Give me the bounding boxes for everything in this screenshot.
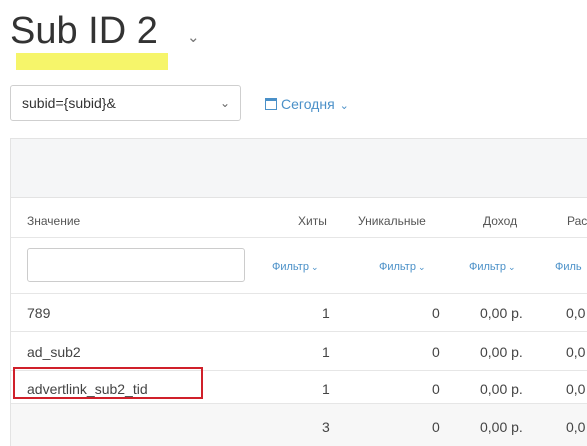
row-hits: 1 — [322, 344, 330, 360]
chevron-down-icon: ⌄ — [339, 100, 349, 112]
subid-select-value: subid={subid}& — [22, 95, 116, 111]
subid-select[interactable]: subid={subid}& ⌄ — [10, 85, 241, 121]
column-header-hits[interactable]: Хиты — [298, 214, 327, 228]
divider — [11, 293, 587, 294]
row-hits: 1 — [322, 381, 330, 397]
column-header-unique[interactable]: Уникальные — [358, 214, 426, 228]
panel-header — [11, 139, 587, 198]
row-income: 0,00 р. — [480, 344, 523, 360]
calendar-icon — [265, 98, 277, 110]
total-hits: 3 — [322, 419, 330, 435]
chevron-down-icon[interactable]: ⌄ — [187, 28, 200, 46]
annotation-box — [13, 367, 203, 399]
row-hits: 1 — [322, 305, 330, 321]
column-header-extra[interactable]: Рас — [567, 214, 587, 228]
chevron-down-icon: ⌄ — [219, 96, 230, 110]
row-income: 0,00 р. — [480, 305, 523, 321]
chevron-down-icon: ⌄ — [310, 262, 319, 272]
chevron-down-icon: ⌄ — [417, 262, 426, 272]
row-unique: 0 — [432, 381, 440, 397]
divider — [11, 403, 587, 404]
column-header-income[interactable]: Доход — [483, 214, 517, 228]
total-unique: 0 — [432, 419, 440, 435]
filter-unique[interactable]: Фильтр ⌄ — [379, 261, 426, 273]
filter-label: Фильтр — [379, 261, 416, 273]
page-title: Sub ID 2 — [10, 10, 158, 52]
filter-label: Фильтр — [469, 261, 506, 273]
filter-extra[interactable]: Филь — [555, 261, 582, 273]
filter-label: Фильтр — [272, 261, 309, 273]
filter-income[interactable]: Фильтр ⌄ — [469, 261, 516, 273]
row-extra: 0,0 — [566, 381, 586, 397]
row-value[interactable]: 789 — [27, 305, 50, 321]
highlight-mark — [16, 53, 168, 70]
total-extra: 0,0 — [566, 419, 586, 435]
value-filter-input[interactable] — [27, 248, 245, 282]
divider — [11, 237, 587, 238]
date-range-button[interactable]: Сегодня ⌄ — [265, 96, 349, 112]
row-value[interactable]: ad_sub2 — [27, 344, 81, 360]
total-income: 0,00 р. — [480, 419, 523, 435]
filter-hits[interactable]: Фильтр ⌄ — [272, 261, 319, 273]
row-income: 0,00 р. — [480, 381, 523, 397]
column-header-value[interactable]: Значение — [27, 214, 80, 228]
row-unique: 0 — [432, 305, 440, 321]
divider — [11, 331, 587, 332]
row-extra: 0,0 — [566, 344, 586, 360]
row-unique: 0 — [432, 344, 440, 360]
report-panel — [10, 138, 587, 446]
row-extra: 0,0 — [566, 305, 586, 321]
date-range-label: Сегодня — [281, 96, 335, 112]
chevron-down-icon: ⌄ — [507, 262, 516, 272]
